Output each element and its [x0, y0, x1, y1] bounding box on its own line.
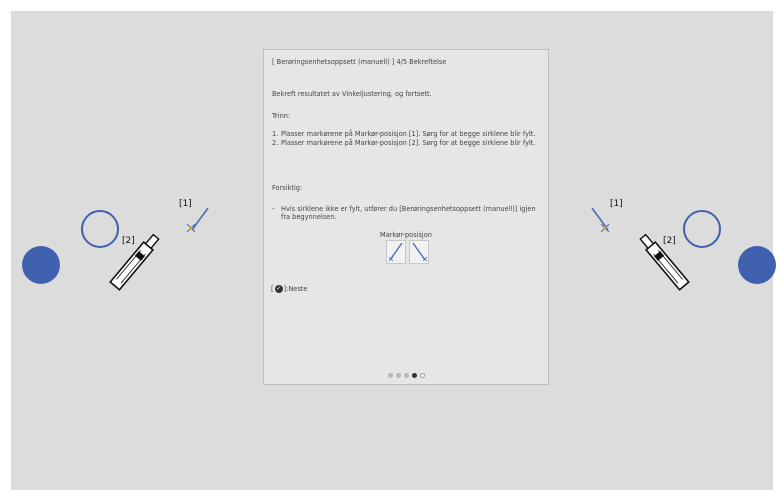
- right-label-2: [2]: [663, 236, 676, 246]
- left-marker-line: [186, 207, 209, 233]
- left-label-2: [2]: [122, 236, 135, 246]
- right-marker-line: [591, 207, 610, 233]
- left-hollow-circle: [81, 210, 119, 248]
- left-pen-icon: [109, 233, 160, 291]
- left-label-1: [1]: [179, 199, 192, 209]
- right-hollow-circle: [683, 210, 721, 248]
- left-filled-circle: [22, 246, 60, 284]
- right-label-1: [1]: [610, 199, 623, 209]
- right-filled-circle: [738, 246, 776, 284]
